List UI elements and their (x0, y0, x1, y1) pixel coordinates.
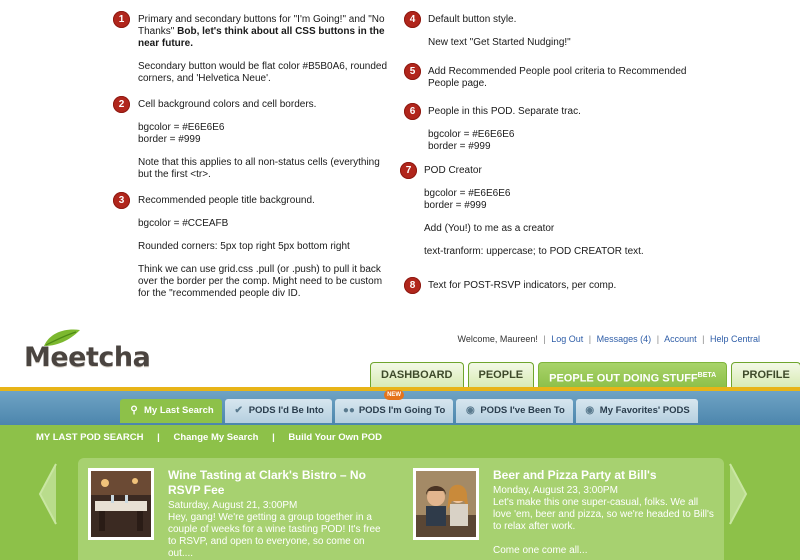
tab-people[interactable]: People (467, 362, 535, 387)
note-heading: Text for POST-RSVP indicators, per comp. (428, 280, 617, 291)
note-number-badge: 3 (113, 192, 130, 209)
subtab-label: My Last Search (144, 405, 214, 416)
subtab-pods-ive-been-to[interactable]: ◉ PODS I've Been To (456, 399, 573, 423)
meetcha-logo[interactable]: Meetcha (24, 328, 184, 380)
logout-link[interactable]: Log Out (551, 334, 583, 344)
note-number-badge: 6 (404, 103, 421, 120)
pod-sub-nav: MY LAST POD SEARCH | Change My Search | … (36, 432, 382, 443)
note-4: Default button style. New text "Get Star… (428, 14, 688, 49)
new-badge: NEW (384, 390, 405, 400)
pod-description-extra: Come one come all... (493, 545, 588, 556)
nav-separator: | (543, 334, 546, 344)
note-number-badge: 5 (404, 63, 421, 80)
note-heading: Cell background colors and cell borders. (138, 99, 317, 110)
note-1: Primary and secondary buttons for "I'm G… (138, 14, 388, 85)
top-nav: Welcome, Maureen! | Log Out | Messages (… (458, 334, 761, 344)
note-paragraph: bgcolor = #CCEAFB (138, 218, 229, 229)
beta-label: BETA (697, 372, 717, 379)
pod-thumbnail (413, 468, 479, 540)
welcome-text: Welcome, Maureen! (457, 334, 538, 344)
note-number-badge: 7 (400, 162, 417, 179)
note-paragraph: text-tranform: uppercase; to POD CREATOR… (424, 246, 644, 257)
note-paragraph: Note that this applies to all non-status… (138, 157, 380, 180)
chevron-right-icon[interactable] (728, 462, 748, 526)
check-icon: ✔ (234, 405, 243, 416)
main-tabs: Dashboard People People Out Doing StuffB… (370, 362, 800, 387)
note-heading: Add Recommended People pool criteria to … (428, 66, 687, 89)
note-paragraph: bgcolor = #E6E6E6 border = #999 (138, 122, 225, 145)
subtab-label: PODS I'd Be Into (248, 405, 324, 416)
note-number-badge: 2 (113, 96, 130, 113)
note-5: Add Recommended People pool criteria to … (428, 66, 688, 90)
subtab-my-favorites-pods[interactable]: ◉ My Favorites' PODS (575, 399, 698, 423)
nav-separator: | (656, 334, 660, 344)
subtab-label: PODS I'm Going To (358, 405, 446, 416)
note-paragraph: bgcolor = #E6E6E6 border = #999 (428, 129, 515, 152)
help-central-link[interactable]: Help Central (710, 334, 760, 344)
note-number-badge: 8 (404, 277, 421, 294)
note-heading: Recommended people title background. (138, 195, 315, 206)
nav-separator: | (588, 334, 592, 344)
pod-date: Saturday, August 21, 3:00PM (168, 500, 298, 511)
people-photo (416, 471, 476, 537)
nav-separator: | (157, 432, 160, 443)
change-my-search-link[interactable]: Change My Search (173, 432, 258, 443)
nav-separator: | (272, 432, 275, 443)
note-2: Cell background colors and cell borders.… (138, 99, 388, 181)
account-link[interactable]: Account (664, 334, 697, 344)
note-8: Text for POST-RSVP indicators, per comp. (428, 280, 688, 292)
pod-description: Hey, gang! We're getting a group togethe… (168, 512, 381, 559)
subtab-pods-id-be-into[interactable]: ✔ PODS I'd Be Into (224, 399, 332, 423)
tab-label: People Out Doing Stuff (549, 372, 698, 385)
note-3: Recommended people title background. bgc… (138, 195, 388, 300)
tab-profile[interactable]: Profile (731, 362, 800, 387)
subtab-label: PODS I've Been To (480, 405, 565, 416)
pod-title[interactable]: Wine Tasting at Clark's Bistro – No RSVP… (168, 468, 368, 498)
subtab-pods-im-going-to[interactable]: NEW ●● PODS I'm Going To (334, 390, 454, 423)
build-your-own-pod-link[interactable]: Build Your Own POD (288, 432, 382, 443)
subtab-my-last-search[interactable]: ⚲ My Last Search (120, 399, 222, 423)
note-paragraph: New text "Get Started Nudging!" (428, 37, 571, 48)
logo-text: Meetcha (24, 342, 151, 373)
my-last-pod-search-link[interactable]: MY LAST POD SEARCH (36, 432, 144, 443)
eye-icon: ◉ (585, 405, 595, 416)
note-paragraph: Think we can use grid.css .pull (or .pus… (138, 264, 383, 299)
pod-date: Monday, August 23, 3:00PM (493, 485, 618, 496)
pod-description: Let's make this one super-casual, folks.… (493, 497, 714, 532)
note-heading: Default button style. (428, 14, 517, 25)
people-icon: ●● (342, 405, 355, 416)
note-heading: People in this POD. Separate trac. (428, 106, 581, 117)
tab-dashboard[interactable]: Dashboard (370, 362, 464, 387)
note-heading: Primary and secondary buttons for "I'm G… (138, 14, 388, 50)
tab-label: People (478, 369, 524, 381)
note-6: People in this POD. Separate trac. bgcol… (428, 106, 688, 153)
tab-people-out-doing-stuff[interactable]: People Out Doing StuffBETA (538, 362, 728, 387)
note-paragraph: Secondary button would be flat color #B5… (138, 61, 388, 84)
messages-link[interactable]: Messages (4) (597, 334, 652, 344)
note-number-badge: 1 (113, 11, 130, 28)
search-icon: ⚲ (130, 405, 138, 416)
note-heading: POD Creator (424, 165, 482, 176)
tab-label: Profile (742, 369, 790, 381)
meetcha-app-mockup: Meetcha Welcome, Maureen! | Log Out | Me… (0, 322, 800, 560)
note-paragraph: Rounded corners: 5px top right 5px botto… (138, 241, 350, 252)
tab-label: Dashboard (381, 369, 453, 381)
nav-separator: | (702, 334, 705, 344)
eye-icon: ◉ (465, 405, 475, 416)
note-paragraph: bgcolor = #E6E6E6 border = #999 (424, 188, 511, 211)
note-paragraph: Add (You!) to me as a creator (424, 223, 555, 234)
sub-tabs: ⚲ My Last Search ✔ PODS I'd Be Into NEW … (120, 390, 698, 423)
pod-title[interactable]: Beer and Pizza Party at Bill's (493, 468, 723, 483)
restaurant-photo (91, 471, 151, 537)
note-number-badge: 4 (404, 11, 421, 28)
subtab-label: My Favorites' PODS (599, 405, 690, 416)
chevron-left-icon[interactable] (38, 462, 58, 526)
note-7: POD Creator bgcolor = #E6E6E6 border = #… (424, 165, 684, 258)
pod-thumbnail (88, 468, 154, 540)
